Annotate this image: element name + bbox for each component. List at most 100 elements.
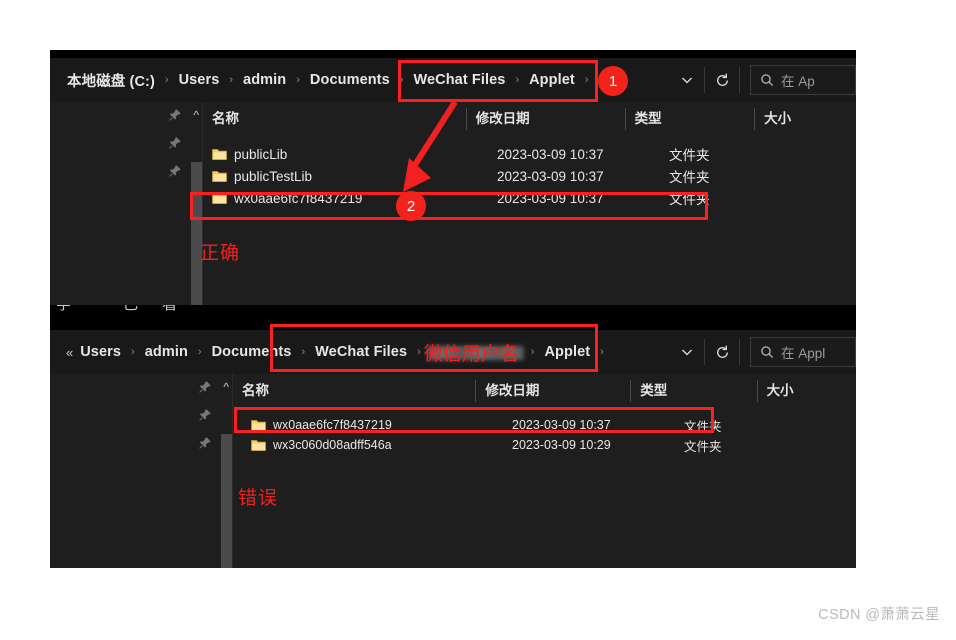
- column-header-size[interactable]: 大小: [756, 380, 856, 402]
- file-type-cell: 文件夹: [669, 192, 710, 207]
- clipped-window-sliver: 字 已看: [50, 305, 856, 322]
- scrollbar-thumb[interactable]: [191, 162, 202, 312]
- folder-icon: [212, 148, 227, 161]
- breadcrumb-sep-5: ›: [584, 74, 589, 86]
- breadcrumb-item-wechat-files[interactable]: WeChat Files: [312, 344, 410, 360]
- pin-icon[interactable]: [168, 108, 182, 122]
- navigation-pane-bottom[interactable]: ^: [50, 374, 233, 568]
- file-date-cell: 2023-03-09 10:37: [497, 146, 604, 162]
- file-name-cell[interactable]: publicTestLib: [203, 169, 488, 184]
- breadcrumb-sep-3: ›: [399, 74, 404, 86]
- refresh-icon[interactable]: [705, 60, 739, 100]
- file-name-cell[interactable]: wx0aae6fc7f8437219: [203, 191, 488, 206]
- column-header-date[interactable]: 修改日期: [475, 380, 630, 402]
- pin-icon[interactable]: [168, 136, 182, 150]
- column-header-size[interactable]: 大小: [754, 108, 856, 130]
- breadcrumb-item-local-disk[interactable]: 本地磁盘 (C:): [64, 70, 158, 91]
- breadcrumb-item-applet[interactable]: Applet: [526, 72, 578, 88]
- address-bar-bottom[interactable]: « Users › admin › Documents › WeChat Fil…: [50, 330, 856, 374]
- pin-icon[interactable]: [168, 164, 182, 178]
- navigation-pane-top[interactable]: ^: [50, 102, 203, 312]
- file-date-cell: 2023-03-09 10:37: [512, 418, 611, 432]
- breadcrumb-sep-6: ›: [600, 346, 604, 358]
- annotation-label-wrong: 错误: [238, 488, 279, 509]
- window-body-top: ^ 名称 修改日期 类型 大小 ^ publicLib: [50, 102, 856, 312]
- annotation-badge-1: 1: [598, 66, 628, 96]
- search-input-top[interactable]: 在 Ap: [750, 65, 856, 95]
- file-date-cell: 2023-03-09 10:29: [512, 438, 611, 452]
- pin-icon[interactable]: [198, 408, 212, 422]
- breadcrumb-sep-2: ›: [197, 346, 202, 358]
- search-icon: [760, 73, 774, 87]
- column-header-name[interactable]: 名称: [233, 380, 475, 402]
- breadcrumb-item-users[interactable]: Users: [77, 344, 124, 360]
- navigation-pane-scrollbar-bottom[interactable]: [221, 434, 232, 568]
- pin-icon[interactable]: [198, 380, 212, 394]
- breadcrumb-item-wechat-files[interactable]: WeChat Files: [410, 72, 508, 88]
- refresh-icon[interactable]: [705, 332, 739, 372]
- folder-icon: [212, 170, 227, 183]
- folder-icon: [251, 419, 266, 432]
- breadcrumb-sep-1: ›: [229, 74, 234, 86]
- breadcrumb-overflow-icon[interactable]: «: [64, 345, 77, 360]
- file-date-cell: 2023-03-09 10:37: [497, 190, 604, 206]
- pin-icon[interactable]: [198, 436, 212, 450]
- table-row[interactable]: wx0aae6fc7f8437219 2023-03-09 10:37 文件夹: [233, 415, 856, 435]
- breadcrumb-sep-1: ›: [131, 346, 135, 358]
- address-bar-divider2-top: [739, 67, 740, 93]
- breadcrumb-item-documents[interactable]: Documents: [307, 72, 393, 88]
- breadcrumb-item-wechat-username-redacted[interactable]: 微信用户名: [424, 343, 524, 365]
- scrollbar-thumb[interactable]: [221, 434, 232, 568]
- explorer-window-bottom: « Users › admin › Documents › WeChat Fil…: [50, 322, 856, 568]
- breadcrumb-sep-4: ›: [515, 74, 520, 86]
- table-row[interactable]: publicTestLib 2023-03-09 10:37 文件夹: [203, 165, 856, 187]
- column-header-type[interactable]: 类型: [630, 380, 756, 402]
- breadcrumb-bottom[interactable]: « Users › admin › Documents › WeChat Fil…: [60, 337, 611, 367]
- column-headers-top: 名称 修改日期 类型 大小 ^: [203, 102, 856, 137]
- annotation-badge-2: 2: [396, 191, 426, 221]
- file-name-cell[interactable]: publicLib: [203, 147, 488, 162]
- breadcrumb-item-applet[interactable]: Applet: [541, 344, 593, 360]
- breadcrumb-sep-5: ›: [530, 346, 535, 358]
- pinned-items-column-bottom: [198, 380, 212, 450]
- search-input-bottom[interactable]: 在 Appl: [750, 337, 856, 367]
- file-name-cell[interactable]: wx0aae6fc7f8437219: [233, 418, 503, 432]
- table-row[interactable]: wx0aae6fc7f8437219 2023-03-09 10:37 文件夹: [203, 187, 856, 209]
- column-header-date[interactable]: 修改日期: [465, 108, 625, 130]
- chevron-down-icon[interactable]: [670, 332, 704, 372]
- column-header-type[interactable]: 类型: [624, 108, 754, 130]
- sort-ascending-icon: ^: [373, 374, 378, 378]
- file-name-label: wx3c060d08adff546a: [273, 438, 392, 452]
- explorer-window-top: 本地磁盘 (C:) › Users › admin › Documents › …: [50, 50, 856, 312]
- sort-ascending-icon: ^: [343, 102, 348, 106]
- file-name-label: wx0aae6fc7f8437219: [234, 190, 363, 206]
- table-row[interactable]: wx3c060d08adff546a 2023-03-09 10:29 文件夹: [233, 435, 856, 455]
- breadcrumb-top[interactable]: 本地磁盘 (C:) › Users › admin › Documents › …: [60, 65, 596, 95]
- file-name-label: publicLib: [234, 146, 288, 162]
- breadcrumb-sep-2: ›: [296, 74, 300, 86]
- column-header-name[interactable]: 名称: [203, 108, 466, 130]
- file-type-cell: 文件夹: [684, 439, 722, 454]
- breadcrumb-item-documents[interactable]: Documents: [209, 344, 295, 360]
- table-row[interactable]: publicLib 2023-03-09 10:37 文件夹: [203, 143, 856, 165]
- folder-icon: [251, 439, 266, 452]
- file-list-pane-top[interactable]: 名称 修改日期 类型 大小 ^ publicLib 2023-03-09 10:…: [203, 102, 856, 312]
- file-list-pane-bottom[interactable]: 名称 修改日期 类型 大小 ^ wx0aae6fc7f8437219 2023-…: [233, 374, 856, 568]
- window-body-bottom: ^ 名称 修改日期 类型 大小 ^ wx0aae6fc7f84: [50, 374, 856, 568]
- file-name-cell[interactable]: wx3c060d08adff546a: [233, 438, 503, 452]
- annotation-label-correct: 正确: [200, 243, 241, 264]
- breadcrumb-item-admin[interactable]: admin: [142, 344, 191, 360]
- collapse-caret-icon[interactable]: ^: [223, 380, 229, 394]
- navigation-pane-scrollbar-top[interactable]: [191, 162, 202, 312]
- file-type-cell: 文件夹: [669, 148, 710, 163]
- redaction-annotation-label: 微信用户名: [423, 344, 519, 365]
- search-placeholder-bottom: 在 Appl: [781, 346, 826, 361]
- file-date-cell: 2023-03-09 10:37: [497, 168, 604, 184]
- breadcrumb-item-admin[interactable]: admin: [240, 72, 289, 88]
- chevron-down-icon[interactable]: [670, 60, 704, 100]
- window-titlebar-strip-top: [50, 50, 856, 58]
- collapse-caret-icon[interactable]: ^: [193, 108, 199, 122]
- breadcrumb-item-users[interactable]: Users: [176, 72, 223, 88]
- address-bar-top[interactable]: 本地磁盘 (C:) › Users › admin › Documents › …: [50, 58, 856, 102]
- address-bar-divider2-bottom: [739, 339, 740, 365]
